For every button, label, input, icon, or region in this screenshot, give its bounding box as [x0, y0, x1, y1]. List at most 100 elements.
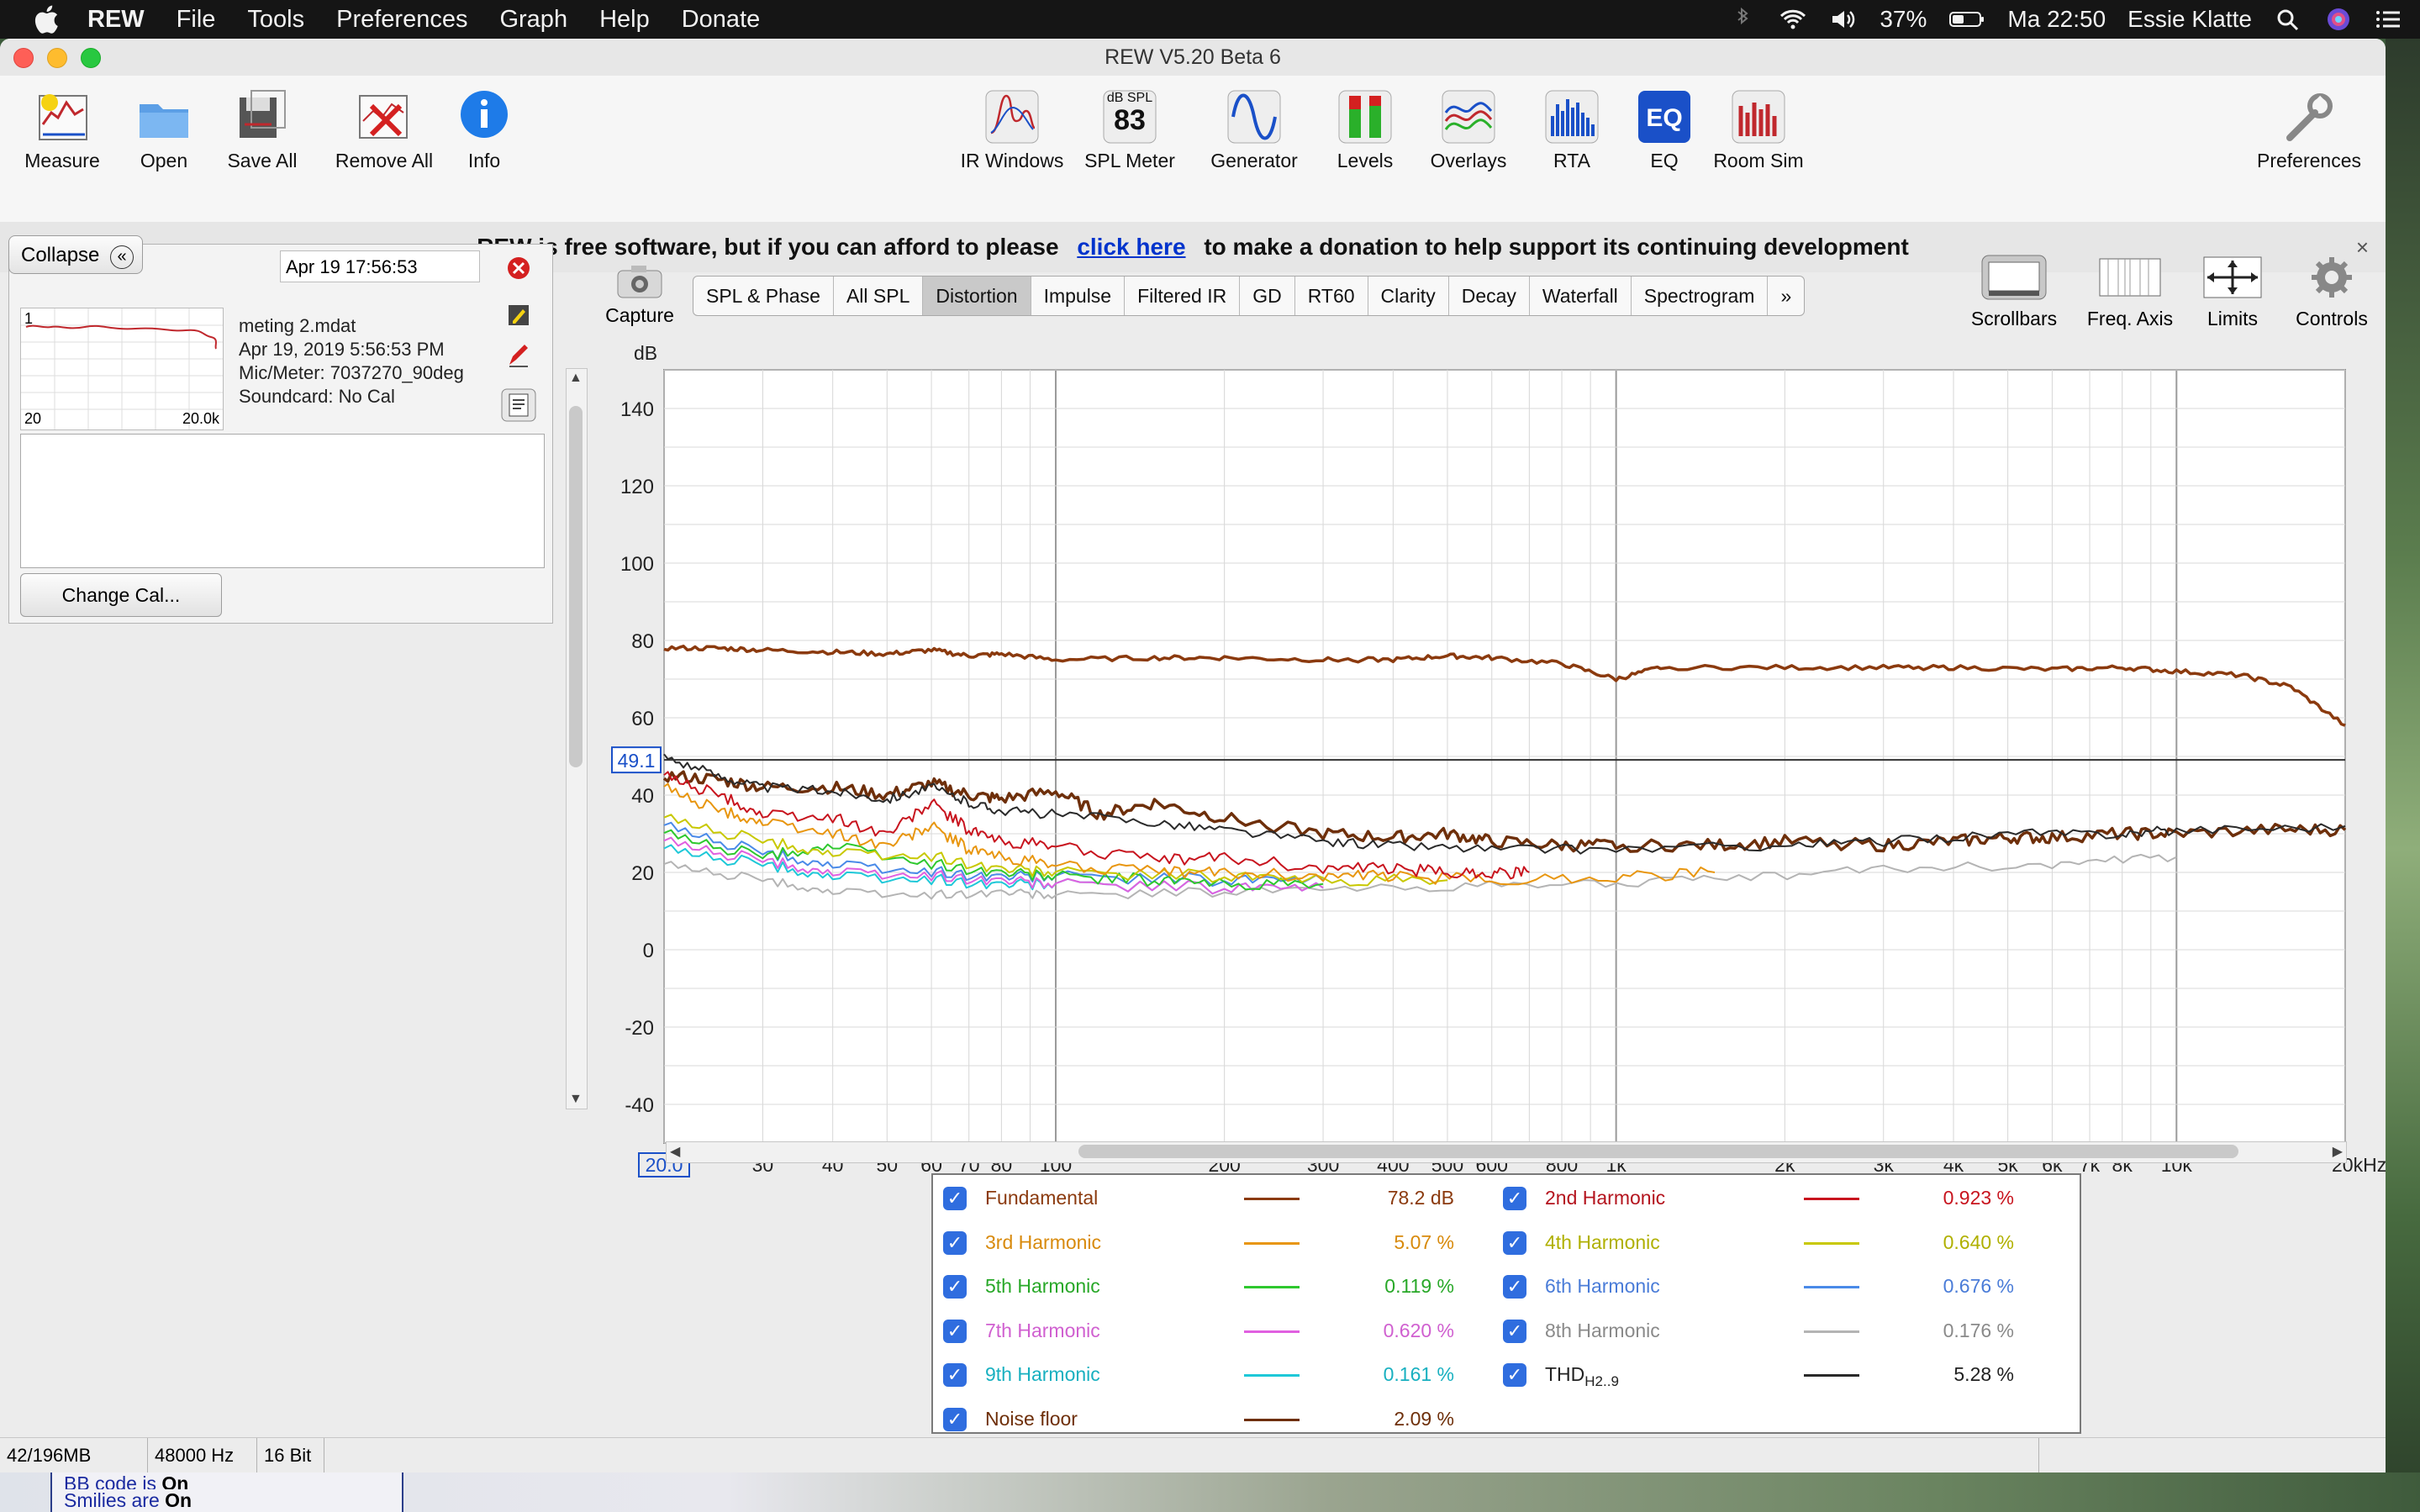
delete-measurement-icon[interactable] [506, 256, 531, 281]
y-tick-label: 40 [631, 785, 654, 808]
tab-impulse[interactable]: Impulse [1031, 277, 1126, 315]
legend-trace-value: 0.161 % [1383, 1363, 1454, 1385]
cursor-value-label: 49.1 [618, 750, 656, 772]
vertical-scroll-thumb[interactable] [569, 406, 583, 767]
wifi-icon[interactable] [1779, 7, 1807, 32]
tab-spectrogram[interactable]: Spectrogram [1632, 277, 1769, 315]
volume-icon[interactable] [1829, 7, 1858, 32]
legend-trace-value: 5.07 % [1394, 1230, 1454, 1253]
legend-row: ✓ Noise floor 2.09 % [938, 1398, 1510, 1441]
capture-button[interactable]: Capture [600, 262, 679, 327]
siri-icon[interactable] [2324, 7, 2353, 32]
remove-all-button[interactable]: Remove All [330, 87, 439, 213]
menu-graph[interactable]: Graph [499, 6, 567, 34]
distortion-chart-svg[interactable]: 140120100806040200-20-40dB20.0 30 40 50 60 70… [588, 328, 2386, 1185]
legend-trace-name: 2nd Harmonic [1545, 1187, 1666, 1209]
legend-color-swatch [1804, 1330, 1859, 1333]
apple-logo-icon[interactable] [34, 5, 59, 34]
bluetooth-icon[interactable] [1728, 7, 1757, 32]
menubar-user[interactable]: Essie Klatte [2127, 6, 2252, 33]
legend-checkbox[interactable]: ✓ [943, 1275, 967, 1299]
scroll-down-arrow-icon[interactable]: ▼ [569, 1092, 583, 1107]
menu-preferences[interactable]: Preferences [336, 6, 467, 34]
pen-icon[interactable] [506, 343, 531, 368]
legend-checkbox[interactable]: ✓ [943, 1407, 967, 1431]
preferences-button[interactable]: Preferences [2253, 87, 2365, 213]
rta-button[interactable]: RTA [1538, 87, 1605, 213]
measurement-thumbnail[interactable]: 1 20 20.0k [20, 308, 224, 430]
legend-checkbox[interactable]: ✓ [943, 1319, 967, 1343]
measurement-date: Apr 19, 2019 5:56:53 PM [239, 339, 445, 360]
collapse-chevron-icon: « [110, 245, 134, 269]
graph-vertical-scrollbar[interactable]: ▲ ▼ [566, 368, 588, 1109]
sine-wave-icon [1227, 90, 1281, 144]
freq-axis-button[interactable]: Freq. Axis [2080, 254, 2180, 330]
menu-donate[interactable]: Donate [682, 6, 761, 34]
open-button[interactable]: Open [126, 87, 202, 213]
levels-button[interactable]: Levels [1326, 87, 1404, 213]
change-cal-button[interactable]: Change Cal... [20, 573, 222, 617]
legend-color-swatch [1244, 1286, 1300, 1288]
y-tick-label: -20 [625, 1017, 654, 1040]
legend-checkbox[interactable]: ✓ [1503, 1230, 1526, 1255]
measure-button[interactable]: Measure [22, 87, 103, 213]
scrollbars-button[interactable]: Scrollbars [1964, 254, 2064, 330]
y-axis-label: dB [634, 342, 657, 364]
tab-spl-phase[interactable]: SPL & Phase [693, 277, 834, 315]
battery-icon[interactable] [1948, 7, 1985, 32]
ir-windows-icon [985, 90, 1039, 144]
legend-checkbox[interactable]: ✓ [943, 1230, 967, 1255]
save-all-button[interactable]: Save All [220, 87, 304, 213]
legend-checkbox[interactable]: ✓ [943, 1363, 967, 1387]
tab-distortion[interactable]: Distortion [923, 277, 1031, 315]
overlays-button[interactable]: Overlays [1421, 87, 1516, 213]
scroll-right-arrow-icon[interactable]: ▶ [2333, 1143, 2343, 1160]
menu-app-rew[interactable]: REW [87, 6, 145, 34]
tab-all-spl[interactable]: All SPL [834, 277, 924, 315]
zoom-window-button[interactable] [81, 48, 101, 68]
info-sheet-icon[interactable] [501, 388, 536, 422]
notification-center-icon[interactable] [2375, 7, 2403, 32]
spl-meter-button[interactable]: dB SPL 83 SPL Meter [1081, 87, 1178, 213]
tab-clarity[interactable]: Clarity [1368, 277, 1449, 315]
measurement-name-field[interactable]: Apr 19 17:56:53 [280, 250, 480, 282]
horizontal-scroll-thumb[interactable] [1078, 1145, 2238, 1158]
scroll-left-arrow-icon[interactable]: ◀ [670, 1143, 680, 1160]
menu-file[interactable]: File [177, 6, 216, 34]
menu-help[interactable]: Help [599, 6, 650, 34]
info-button[interactable]: Info [452, 87, 516, 213]
tab-decay[interactable]: Decay [1449, 277, 1530, 315]
edit-notes-icon[interactable] [506, 303, 531, 328]
tab-gd[interactable]: GD [1240, 277, 1295, 315]
graph-horizontal-scrollbar[interactable]: ◀ ▶ [666, 1141, 2347, 1163]
legend-checkbox[interactable]: ✓ [1503, 1363, 1526, 1387]
folder-icon [140, 104, 188, 138]
generator-button[interactable]: Generator [1202, 87, 1306, 213]
spotlight-search-icon[interactable] [2274, 7, 2302, 32]
legend-row: ✓ THDH2..9 5.28 % [1498, 1353, 2069, 1397]
menubar-clock[interactable]: Ma 22:50 [2007, 6, 2106, 33]
eq-button[interactable]: EQ EQ [1632, 87, 1696, 213]
room-sim-button[interactable]: Room Sim [1711, 87, 1806, 213]
legend-checkbox[interactable]: ✓ [1503, 1187, 1526, 1210]
legend-trace-name: 3rd Harmonic [985, 1230, 1102, 1253]
tab-waterfall[interactable]: Waterfall [1530, 277, 1632, 315]
collapse-button[interactable]: Collapse « [8, 235, 143, 274]
tab-filtered-ir[interactable]: Filtered IR [1125, 277, 1241, 315]
controls-button[interactable]: Controls [2290, 254, 2374, 330]
legend-checkbox[interactable]: ✓ [943, 1187, 967, 1210]
legend-checkbox[interactable]: ✓ [1503, 1319, 1526, 1343]
ir-windows-button[interactable]: IR Windows [958, 87, 1066, 213]
menu-tools[interactable]: Tools [247, 6, 304, 34]
scroll-up-arrow-icon[interactable]: ▲ [569, 371, 583, 386]
distortion-graph[interactable]: 140 120 100 80 60 40 20 0 -20 -40 dB 20.0 30 40 50 60 70… [588, 328, 2386, 1185]
tab-rt60[interactable]: RT60 [1295, 277, 1368, 315]
donate-link[interactable]: click here [1077, 234, 1185, 260]
close-window-button[interactable] [13, 48, 34, 68]
tab-more[interactable]: » [1768, 277, 1804, 315]
minimize-window-button[interactable] [47, 48, 67, 68]
measurement-notes[interactable] [20, 434, 545, 568]
limits-button[interactable]: Limits [2197, 254, 2268, 330]
legend-checkbox[interactable]: ✓ [1503, 1275, 1526, 1299]
legend-color-swatch [1244, 1241, 1300, 1245]
